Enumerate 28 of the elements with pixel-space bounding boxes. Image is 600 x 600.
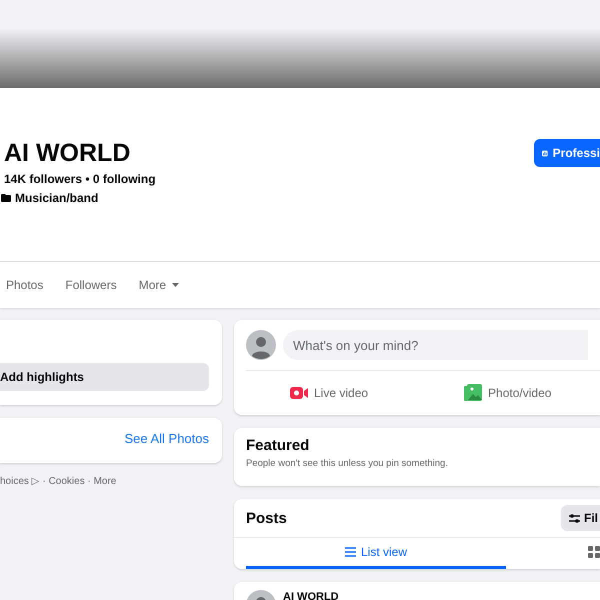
- grid-icon: [588, 546, 600, 558]
- professional-dashboard-button[interactable]: Professi: [534, 139, 600, 167]
- profile-tab[interactable]: Followers: [65, 278, 117, 292]
- view-tab[interactable]: List view: [246, 538, 506, 569]
- featured-note: People won't see this unless you pin something.: [245, 457, 449, 471]
- profile-tab[interactable]: More: [138, 278, 180, 292]
- page-category: Musician/band: [15, 191, 98, 205]
- video-camera-icon: [290, 387, 308, 399]
- post-author[interactable]: AI WORLD: [283, 591, 339, 600]
- see-all-photos-link[interactable]: See All Photos: [0, 418, 222, 463]
- folder-icon: [1, 194, 11, 202]
- posts-title: Posts: [246, 510, 287, 526]
- featured-title: Featured: [245, 436, 310, 454]
- composer-action-button[interactable]: Photo/video: [464, 380, 552, 406]
- bar-chart-icon: [542, 148, 548, 158]
- list-icon: [344, 547, 356, 557]
- filters-button[interactable]: Fil: [561, 505, 600, 531]
- avatar-icon[interactable]: [246, 330, 276, 360]
- add-highlights-button[interactable]: Add highlights: [0, 363, 209, 391]
- follower-stats: 14K followers • 0 following: [4, 172, 156, 186]
- sliders-icon: [569, 514, 580, 522]
- caret-icon: [172, 283, 180, 287]
- post-input-field[interactable]: What's on your mind?: [283, 330, 588, 360]
- composer-action-button[interactable]: Live video: [290, 382, 368, 404]
- profile-tab[interactable]: Photos: [6, 278, 44, 292]
- page-name: AI WORLD: [4, 138, 132, 168]
- photo-icon: [464, 384, 482, 402]
- footer-links: hoices ▷ · Cookies · More: [0, 475, 118, 487]
